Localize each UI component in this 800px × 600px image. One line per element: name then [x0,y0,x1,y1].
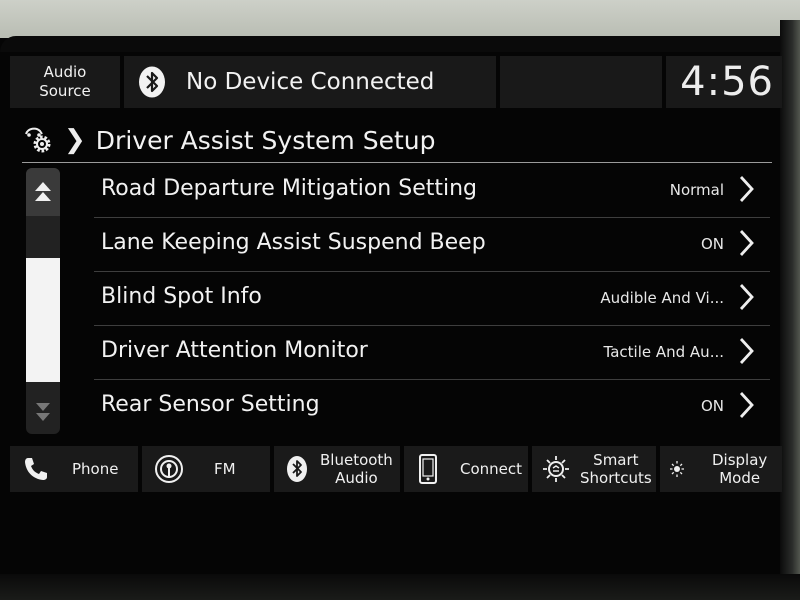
setting-row-lane-keeping-assist-beep[interactable]: Lane Keeping Assist Suspend Beep ON [94,218,770,272]
smart-shortcuts-label-line1: Smart [593,451,639,469]
setting-row-blind-spot-info[interactable]: Blind Spot Info Audible And Vi... [94,272,770,326]
scroll-down-button[interactable] [26,390,60,434]
radio-antenna-icon [155,455,183,483]
infotainment-screen: Audio Source No Device Connected 4:56 ❯ … [8,52,784,552]
double-arrow-down-icon [36,403,50,421]
double-arrow-up-icon [35,182,51,201]
phone-button[interactable]: Phone [10,446,138,492]
device-status-button[interactable]: No Device Connected [124,56,496,108]
setting-value: ON [700,397,724,415]
setting-value: Tactile And Au... [603,343,724,361]
audio-source-label-line2: Source [39,82,91,100]
fm-label: FM [214,460,236,478]
clock: 4:56 [666,56,782,108]
chevron-right-icon [739,284,754,310]
connect-label: Connect [460,460,523,478]
breadcrumb: ❯ Driver Assist System Setup [22,118,772,163]
settings-list: Road Departure Mitigation Setting Normal… [94,164,770,433]
chevron-right-icon [739,392,754,418]
smart-shortcuts-button[interactable]: Smart Shortcuts [532,446,656,492]
setting-row-rear-sensor[interactable]: Rear Sensor Setting ON [94,380,770,433]
screen-bezel-top [0,0,800,52]
chevron-right-icon [739,230,754,256]
setting-label: Blind Spot Info [101,284,262,309]
clock-time: 4:56 [680,59,774,105]
shortcut-bar: Phone FM Bluetooth Audio Connect Smart S… [8,446,784,492]
audio-source-button[interactable]: Audio Source [10,56,120,108]
bluetooth-icon [139,66,165,98]
smartphone-icon [419,454,437,484]
setting-row-road-departure-mitigation[interactable]: Road Departure Mitigation Setting Normal [94,164,770,218]
setting-value: Normal [669,181,724,199]
display-mode-label-line1: Display [712,451,768,469]
display-mode-label-line2: Mode [719,469,761,487]
smart-shortcuts-icon [543,456,569,482]
car-gear-icon[interactable] [22,125,54,155]
phone-label: Phone [72,460,119,478]
bluetooth-audio-label-line1: Bluetooth [320,451,393,469]
bluetooth-audio-label-line2: Audio [335,469,378,487]
setting-row-driver-attention-monitor[interactable]: Driver Attention Monitor Tactile And Au.… [94,326,770,380]
chevron-right-icon [739,176,754,202]
scroll-up-button[interactable] [26,168,60,216]
setting-label: Lane Keeping Assist Suspend Beep [101,230,486,255]
scrollbar-thumb[interactable] [26,258,60,382]
page-title: Driver Assist System Setup [95,125,436,155]
display-mode-button[interactable]: Display Mode [660,446,782,492]
setting-value: ON [700,235,724,253]
connect-button[interactable]: Connect [404,446,528,492]
scrollbar[interactable] [26,168,60,434]
bluetooth-audio-button[interactable]: Bluetooth Audio [274,446,400,492]
smart-shortcuts-label-line2: Shortcuts [580,469,652,487]
fm-button[interactable]: FM [142,446,270,492]
sun-moon-icon [670,461,691,477]
audio-source-label-line1: Audio [43,63,87,81]
breadcrumb-chevron-icon: ❯ [64,125,86,155]
device-status-label: No Device Connected [186,69,435,95]
setting-label: Rear Sensor Setting [101,392,320,417]
setting-label: Road Departure Mitigation Setting [101,176,478,201]
setting-value: Audible And Vi... [600,289,724,307]
screen-bezel-bottom [0,574,800,600]
setting-label: Driver Attention Monitor [101,338,368,363]
bluetooth-icon [287,456,307,482]
status-bar: Audio Source No Device Connected 4:56 [8,52,784,110]
chevron-right-icon [739,338,754,364]
status-bar-empty-slot [500,56,662,108]
phone-icon [25,458,47,480]
